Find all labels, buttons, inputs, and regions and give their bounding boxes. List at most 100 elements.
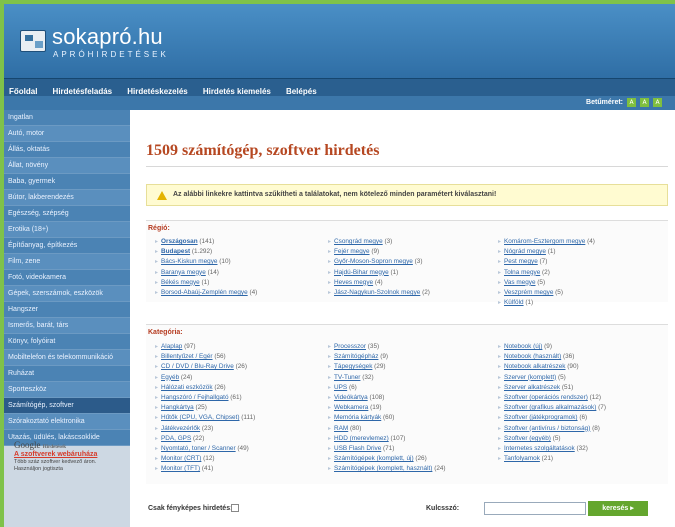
- filter-link[interactable]: Komárom-Esztergom megye: [504, 238, 585, 245]
- sidebar-item[interactable]: Állat, növény: [4, 158, 130, 174]
- sidebar-item[interactable]: Könyv, folyóirat: [4, 334, 130, 350]
- nav-item-manage-ads[interactable]: Hirdetéskezelés: [122, 84, 192, 96]
- page: sokapró.hu APRÓHIRDETÉSEK Főoldal Hirdet…: [4, 4, 675, 527]
- sidebar-item[interactable]: Bútor, lakberendezés: [4, 190, 130, 206]
- filter-link[interactable]: Heves megye: [334, 279, 373, 286]
- nav-item-home[interactable]: Főoldal: [4, 84, 42, 96]
- sidebar-item[interactable]: Film, zene: [4, 254, 130, 270]
- bullet-icon: ▸: [328, 344, 332, 350]
- filter-link[interactable]: Szoftver (grafikus alkalmazások): [504, 404, 596, 411]
- photo-only-checkbox[interactable]: [231, 504, 239, 512]
- sidebar-item[interactable]: Mobiltelefon és telekommunikáció: [4, 350, 130, 366]
- search-button[interactable]: keresés ▸: [588, 501, 648, 516]
- filter-link[interactable]: Nógrád megye: [504, 248, 546, 255]
- filter-link[interactable]: Számítógépek (komplett, használt): [334, 465, 432, 472]
- ad-link[interactable]: A szoftverek webáruháza: [14, 450, 124, 459]
- filter-link[interactable]: Monitor (CRT): [161, 455, 201, 462]
- filter-link[interactable]: Számítógépek (komplett, új): [334, 455, 414, 462]
- logo-icon[interactable]: [20, 30, 46, 52]
- nav-item-login[interactable]: Belépés: [281, 84, 322, 96]
- filter-count: (12): [203, 455, 215, 463]
- filter-link[interactable]: Pest megye: [504, 258, 538, 265]
- filter-link[interactable]: Szoftver (antivírus / biztonság): [504, 425, 590, 432]
- sidebar-item[interactable]: Sporteszköz: [4, 382, 130, 398]
- filter-link[interactable]: TV-Tuner: [334, 374, 360, 381]
- sidebar-item[interactable]: Fotó, videokamera: [4, 270, 130, 286]
- filter-link[interactable]: Notebook alkatrészek: [504, 363, 565, 370]
- filter-link[interactable]: Processzor: [334, 343, 366, 350]
- sidebar-item[interactable]: Erotika (18+): [4, 222, 130, 238]
- filter-link[interactable]: Hangszóró / Fejhallgató: [161, 394, 229, 401]
- filter-link[interactable]: Szoftver (operációs rendszer): [504, 394, 588, 401]
- filter-link[interactable]: Békés megye: [161, 279, 200, 286]
- filter-link[interactable]: Borsod-Abaúj-Zemplén megye: [161, 289, 248, 296]
- filter-link[interactable]: HDD (merevlemez): [334, 435, 389, 442]
- filter-link[interactable]: CD / DVD / Blu-Ray Drive: [161, 363, 234, 370]
- filter-link[interactable]: Csongrád megye: [334, 238, 383, 245]
- info-notice: Az alábbi linkekre kattintva szűkítheti …: [146, 184, 668, 206]
- filter-link[interactable]: Hajdú-Bihar megye: [334, 269, 389, 276]
- filter-link[interactable]: Tápegységek: [334, 363, 372, 370]
- font-size-small-button[interactable]: A: [627, 98, 636, 107]
- filter-option: ▸ Szerver (komplett) (5): [498, 373, 606, 383]
- keyword-input[interactable]: [484, 502, 586, 515]
- filter-link[interactable]: Fejér megye: [334, 248, 370, 255]
- filter-option: ▸ Fejér megye (9): [328, 247, 430, 257]
- font-size-medium-button[interactable]: A: [640, 98, 649, 107]
- filter-link[interactable]: PDA, GPS: [161, 435, 191, 442]
- filter-link[interactable]: Internetes szolgáltatások: [504, 445, 575, 452]
- filter-link[interactable]: Notebook (új): [504, 343, 542, 350]
- bullet-icon: ▸: [498, 269, 502, 276]
- filter-link[interactable]: Szerver alkatrészek: [504, 384, 560, 391]
- filter-link[interactable]: Szoftver (egyéb): [504, 435, 551, 442]
- sidebar-item[interactable]: Ingatlan: [4, 110, 130, 126]
- sidebar-item[interactable]: Szórakoztató elektronika: [4, 414, 130, 430]
- filter-link[interactable]: Vas megye: [504, 279, 536, 286]
- filter-link[interactable]: Bács-Kiskun megye: [161, 258, 217, 265]
- nav-item-post-ad[interactable]: Hirdetésfeladás: [48, 84, 118, 96]
- filter-link[interactable]: Billentyűzet / Egér: [161, 353, 213, 360]
- filter-link[interactable]: Tanfolyamok: [504, 455, 540, 462]
- filter-link[interactable]: Jász-Nagykun-Szolnok megye: [334, 289, 420, 296]
- filter-link[interactable]: Egyéb: [161, 374, 179, 381]
- sidebar-item[interactable]: Állás, oktatás: [4, 142, 130, 158]
- sidebar-item[interactable]: Baba, gyermek: [4, 174, 130, 190]
- filter-link[interactable]: Tolna megye: [504, 269, 540, 276]
- sidebar-item[interactable]: Hangszer: [4, 302, 130, 318]
- filter-link[interactable]: Szerver (komplett): [504, 374, 556, 381]
- filter-link[interactable]: Hűtők (CPU, VGA, Chipset): [161, 414, 240, 421]
- sidebar-item[interactable]: Ruházat: [4, 366, 130, 382]
- filter-link[interactable]: Monitor (TFT): [161, 465, 200, 472]
- sidebar-item[interactable]: Gépek, szerszámok, eszközök: [4, 286, 130, 302]
- filter-link[interactable]: Videókártya: [334, 394, 368, 401]
- sidebar-item[interactable]: Számítógép, szoftver: [4, 398, 130, 414]
- site-title[interactable]: sokapró.hu: [52, 24, 163, 50]
- filter-link[interactable]: Notebook (használt): [504, 353, 561, 360]
- filter-link[interactable]: Veszprém megye: [504, 289, 553, 296]
- filter-link[interactable]: Alaplap: [161, 343, 182, 350]
- filter-link[interactable]: Országosan: [161, 238, 198, 245]
- filter-link[interactable]: Számítógépház: [334, 353, 378, 360]
- filter-link[interactable]: Szoftver (játékprogramok): [504, 414, 578, 421]
- filter-link[interactable]: Memória kártyák: [334, 414, 381, 421]
- filter-link[interactable]: USB Flash Drive: [334, 445, 381, 452]
- filter-count: (5): [552, 434, 561, 442]
- filter-link[interactable]: Külföld: [504, 299, 524, 306]
- filter-link[interactable]: Hangkártya: [161, 404, 194, 411]
- filter-option: ▸ USB Flash Drive (71): [328, 444, 446, 454]
- sidebar-item[interactable]: Egészség, szépség: [4, 206, 130, 222]
- filter-link[interactable]: Webkamera: [334, 404, 368, 411]
- filter-link[interactable]: Budapest: [161, 248, 190, 255]
- sidebar-item[interactable]: Ismerős, barát, társ: [4, 318, 130, 334]
- filter-link[interactable]: UPS: [334, 384, 347, 391]
- filter-link[interactable]: Nyomtató, toner / Scanner: [161, 445, 236, 452]
- filter-link[interactable]: Baranya megye: [161, 269, 206, 276]
- sidebar-item[interactable]: Autó, motor: [4, 126, 130, 142]
- filter-link[interactable]: Győr-Moson-Sopron megye: [334, 258, 413, 265]
- sidebar-item[interactable]: Építőanyag, építkezés: [4, 238, 130, 254]
- font-size-large-button[interactable]: A: [653, 98, 662, 107]
- filter-link[interactable]: RAM: [334, 425, 348, 432]
- filter-link[interactable]: Játékvezérlők: [161, 425, 200, 432]
- filter-link[interactable]: Hálózati eszközök: [161, 384, 213, 391]
- nav-item-highlight-ad[interactable]: Hirdetés kiemelés: [198, 84, 276, 96]
